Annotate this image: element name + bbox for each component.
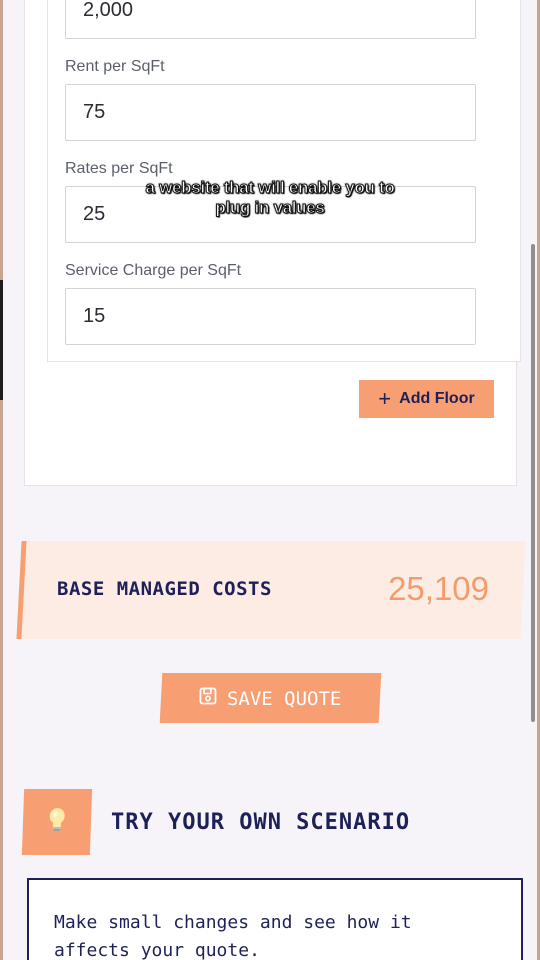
scenario-description-line-1: Make small changes and see how it xyxy=(54,912,412,933)
save-quote-label: SAVE QUOTE xyxy=(227,687,342,709)
service-charge-label: Service Charge per SqFt xyxy=(65,262,242,279)
left-edge xyxy=(0,0,3,960)
add-floor-label: Add Floor xyxy=(399,390,475,407)
caption-line-2: plug in values xyxy=(215,198,325,218)
scrollbar[interactable] xyxy=(531,244,535,722)
service-charge-field[interactable] xyxy=(65,288,476,345)
caption-line-1: a website that will enable you to xyxy=(145,178,395,198)
lightbulb-icon xyxy=(46,807,67,838)
rent-label: Rent per SqFt xyxy=(65,58,165,75)
rates-label: Rates per SqFt xyxy=(65,160,173,177)
save-quote-button[interactable]: SAVE QUOTE xyxy=(159,673,382,723)
video-caption: a website that will enable you to plug i… xyxy=(100,178,440,218)
scenario-title: TRY YOUR OWN SCENARIO xyxy=(111,810,411,835)
page: Rent per SqFt Rates per SqFt Service Cha… xyxy=(0,0,540,960)
scenario-icon-box xyxy=(21,789,93,855)
scenario-description-line-2: affects your quote. xyxy=(54,940,260,960)
plus-icon: + xyxy=(378,386,392,411)
floppy-disk-icon xyxy=(199,687,217,710)
left-edge-dark xyxy=(0,280,3,400)
rent-field[interactable] xyxy=(65,84,476,141)
base-costs-label: BASE MANAGED COSTS xyxy=(57,578,272,600)
base-costs-value: 25,109 xyxy=(388,570,489,607)
area-field[interactable] xyxy=(65,0,476,39)
scenario-description: Make small changes and see how it affect… xyxy=(54,909,474,960)
add-floor-button[interactable]: + Add Floor xyxy=(359,380,494,418)
